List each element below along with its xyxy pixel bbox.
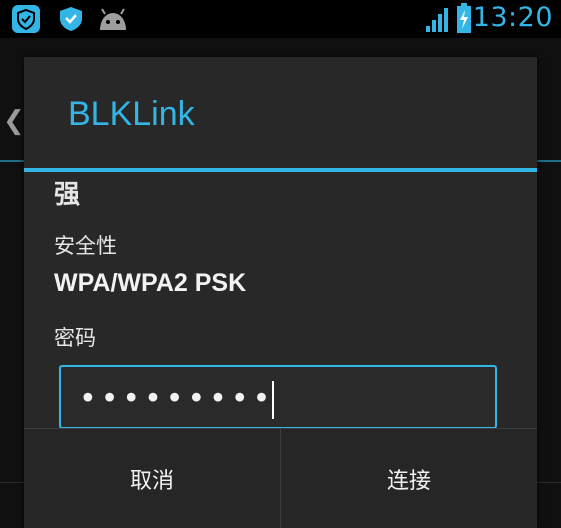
password-input[interactable]: ••••••••• <box>59 365 497 429</box>
dialog-button-bar: 取消 连接 <box>24 428 537 528</box>
dialog-title-divider <box>24 168 537 172</box>
security-value: WPA/WPA2 PSK <box>54 269 247 297</box>
shield-check-icon <box>60 7 82 31</box>
android-icon <box>100 8 126 30</box>
security-label: 安全性 <box>54 234 117 258</box>
screen: 13:20 ❮ BLKLink 强 安全性 WPA/WPA2 PSK 密码 ••… <box>0 0 561 528</box>
status-bar: 13:20 <box>0 0 561 38</box>
shield-app-icon <box>12 5 40 33</box>
dialog-title: BLKLink <box>68 95 195 133</box>
cancel-button-label: 取消 <box>129 469 174 494</box>
battery-charging-icon <box>457 3 471 33</box>
signal-strength-value: 强 <box>54 180 81 210</box>
cancel-button[interactable]: 取消 <box>24 429 280 528</box>
wifi-connect-dialog: BLKLink 强 安全性 WPA/WPA2 PSK 密码 ••••••••• … <box>24 57 537 528</box>
connect-button-label: 连接 <box>386 469 431 494</box>
password-value: ••••••••• <box>79 381 275 417</box>
signal-icon <box>426 8 448 32</box>
text-caret <box>272 381 275 419</box>
connect-button[interactable]: 连接 <box>281 429 537 528</box>
back-chevron-icon[interactable]: ❮ <box>3 106 25 136</box>
password-label: 密码 <box>54 326 96 350</box>
status-time: 13:20 <box>472 2 553 33</box>
